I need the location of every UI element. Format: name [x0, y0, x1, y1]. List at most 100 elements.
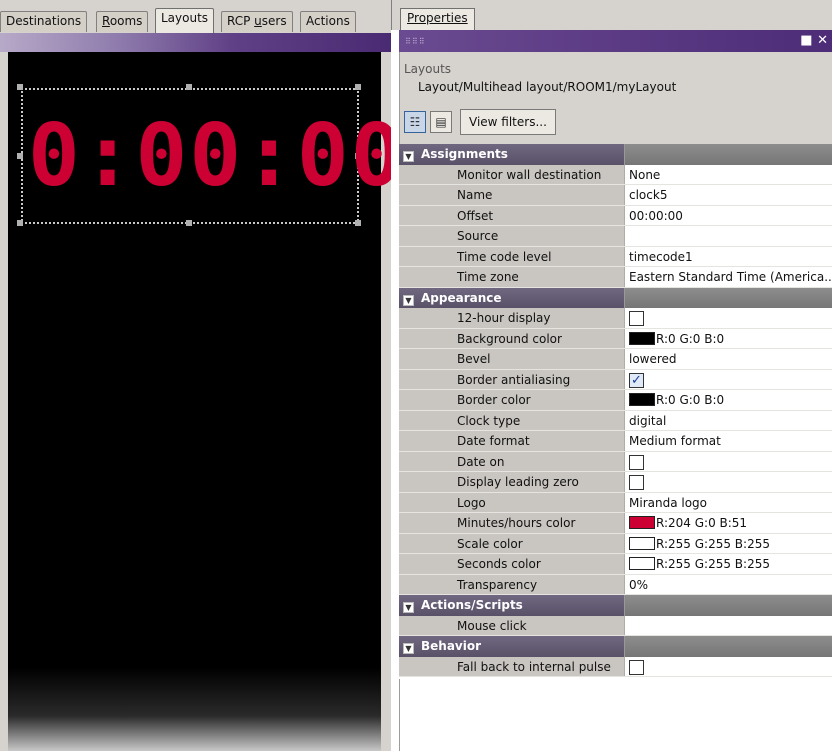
property-value-text: R:255 G:255 B:255 — [656, 557, 770, 571]
property-value[interactable] — [625, 451, 832, 471]
property-row-source[interactable]: Source — [399, 226, 832, 247]
property-row-time-code-level[interactable]: Time code level timecode1 — [399, 246, 832, 267]
property-row-date-format[interactable]: Date format Medium format — [399, 431, 832, 452]
section-label: Appearance — [421, 290, 502, 305]
property-value-text: 00:00:00 — [629, 208, 683, 223]
property-row-border-color[interactable]: Border color R:0 G:0 B:0 — [399, 390, 832, 411]
property-row-logo[interactable]: Logo Miranda logo — [399, 492, 832, 513]
property-value[interactable]: R:255 G:255 B:255 — [625, 554, 832, 574]
property-label: Monitor wall destination — [417, 164, 625, 184]
property-value[interactable] — [625, 226, 832, 246]
property-row-clock-type[interactable]: Clock type digital — [399, 410, 832, 431]
section-header-behavior[interactable]: ▼ Behavior — [399, 636, 832, 657]
property-value[interactable]: R:0 G:0 B:0 — [625, 328, 832, 348]
section-header-appearance[interactable]: ▼ Appearance — [399, 287, 832, 308]
property-value[interactable]: clock5 — [625, 185, 832, 205]
property-value[interactable]: Miranda logo — [625, 492, 832, 512]
property-value[interactable] — [625, 308, 832, 328]
tab-properties[interactable]: Properties — [400, 8, 475, 30]
property-label: Name — [417, 185, 625, 205]
property-row-time-zone[interactable]: Time zone Eastern Standard Time (America.… — [399, 267, 832, 288]
property-row-minutes-hours-color[interactable]: Minutes/hours color R:204 G:0 B:51 — [399, 513, 832, 534]
property-label: Scale color — [417, 533, 625, 553]
property-label: Logo — [417, 492, 625, 512]
property-value-text: R:0 G:0 B:0 — [656, 393, 725, 407]
window-buttons[interactable]: ■ ✕ — [800, 33, 828, 48]
property-label: Display leading zero — [417, 472, 625, 492]
checkbox-checked[interactable]: ✓ — [629, 372, 644, 388]
section-header-actions-scripts[interactable]: ▼ Actions/Scripts — [399, 595, 832, 616]
property-value-text: Eastern Standard Time (America... — [629, 270, 832, 284]
color-swatch[interactable] — [629, 331, 655, 345]
property-row-offset[interactable]: Offset 00:00:00 — [399, 205, 832, 226]
property-label: Bevel — [417, 349, 625, 369]
property-value[interactable]: None — [625, 164, 832, 184]
resize-handle-nw[interactable] — [17, 84, 23, 90]
property-grid: ▼ Assignments Monitor wall destination None… — [399, 144, 832, 677]
resize-handle-se[interactable] — [355, 220, 361, 226]
list-view-icon[interactable]: ▤ — [430, 111, 452, 133]
color-swatch[interactable] — [629, 516, 655, 529]
resize-handle-n[interactable] — [186, 84, 192, 90]
tab-destinations[interactable]: Destinations — [0, 11, 88, 32]
property-row-12-hour-display[interactable]: 12-hour display — [399, 308, 832, 329]
property-value[interactable] — [625, 615, 832, 635]
property-value[interactable]: Medium format — [625, 431, 832, 451]
tab-rcp-users[interactable]: RCP users — [221, 11, 293, 32]
section-header-assignments[interactable]: ▼ Assignments — [399, 144, 832, 165]
properties-title-bar[interactable]: ⠿⠿⠿ ■ ✕ — [399, 30, 832, 52]
property-value[interactable]: ✓ — [625, 369, 832, 389]
property-value[interactable]: Eastern Standard Time (America... — [625, 267, 832, 287]
checkbox-unchecked[interactable] — [629, 454, 644, 470]
property-value[interactable] — [625, 656, 832, 676]
property-row-mouse-click[interactable]: Mouse click — [399, 615, 832, 636]
property-row-seconds-color[interactable]: Seconds color R:255 G:255 B:255 — [399, 554, 832, 575]
properties-header: Layouts Layout/Multihead layout/ROOM1/my… — [399, 52, 832, 144]
property-value[interactable]: timecode1 — [625, 246, 832, 266]
property-value[interactable]: R:0 G:0 B:0 — [625, 390, 832, 410]
resize-handle-s[interactable] — [186, 220, 192, 226]
property-value[interactable]: lowered — [625, 349, 832, 369]
property-value[interactable]: R:204 G:0 B:51 — [625, 513, 832, 533]
resize-handle-sw[interactable] — [17, 220, 23, 226]
resize-handle-w[interactable] — [17, 153, 23, 159]
property-value-text: 0% — [629, 577, 649, 592]
tab-rooms[interactable]: Rooms — [96, 11, 149, 32]
tab-layouts[interactable]: Layouts — [155, 8, 215, 33]
property-row-bevel[interactable]: Bevel lowered — [399, 349, 832, 370]
checkbox-unchecked[interactable] — [629, 475, 644, 490]
color-swatch[interactable] — [629, 536, 655, 550]
property-value[interactable]: 00:00:00 — [625, 205, 832, 225]
property-row-monitor-wall-destination[interactable]: Monitor wall destination None — [399, 164, 832, 185]
drag-grip-icon[interactable]: ⠿⠿⠿ — [405, 37, 426, 46]
categorized-view-icon[interactable]: ☷ — [404, 111, 426, 133]
collapse-icon[interactable]: ▼ — [403, 643, 414, 654]
view-filters-button[interactable]: View filters... — [460, 109, 556, 135]
checkbox-unchecked[interactable] — [629, 659, 644, 675]
property-row-date-on[interactable]: Date on — [399, 451, 832, 472]
property-row-transparency[interactable]: Transparency 0% — [399, 574, 832, 595]
property-row-scale-color[interactable]: Scale color R:255 G:255 B:255 — [399, 533, 832, 554]
property-row-display-leading-zero[interactable]: Display leading zero — [399, 472, 832, 493]
property-row-name[interactable]: Name clock5 — [399, 185, 832, 206]
property-label: Source — [417, 226, 625, 246]
checkbox-unchecked[interactable] — [629, 311, 644, 326]
left-tab-bar: Destinations Rooms Layouts RCP users Act… — [0, 0, 391, 33]
property-value[interactable]: 0% — [625, 574, 832, 594]
property-value[interactable] — [625, 472, 832, 492]
property-value-text: timecode1 — [629, 249, 693, 264]
property-value[interactable]: R:255 G:255 B:255 — [625, 533, 832, 553]
color-swatch[interactable] — [629, 393, 655, 406]
property-value-text: digital — [629, 413, 667, 428]
tab-actions[interactable]: Actions — [300, 11, 356, 32]
property-row-background-color[interactable]: Background color R:0 G:0 B:0 — [399, 328, 832, 349]
property-row-border-antialiasing[interactable]: Border antialiasing ✓ — [399, 369, 832, 390]
collapse-icon[interactable]: ▼ — [403, 151, 414, 162]
property-label: Fall back to internal pulse — [417, 656, 625, 676]
collapse-icon[interactable]: ▼ — [403, 602, 414, 613]
property-row-fall-back-to-internal-pulse[interactable]: Fall back to internal pulse — [399, 656, 832, 677]
property-value[interactable]: digital — [625, 410, 832, 430]
resize-handle-ne[interactable] — [355, 84, 361, 90]
collapse-icon[interactable]: ▼ — [403, 294, 414, 306]
color-swatch[interactable] — [629, 557, 655, 570]
